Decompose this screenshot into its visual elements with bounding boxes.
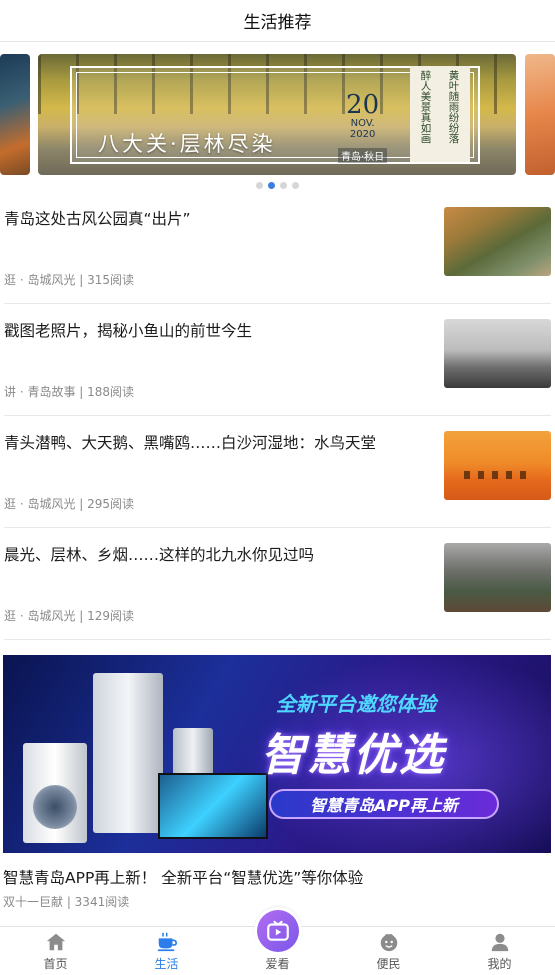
article-title: 青头潜鸭、大天鹅、黑嘴鸥……白沙河湿地：水鸟天堂: [4, 434, 377, 452]
article-thumbnail: [444, 207, 551, 276]
carousel-prev-slide[interactable]: [0, 54, 30, 175]
tab-label: 爱看: [265, 957, 290, 971]
slide-caption: 八大关·层林尽染: [98, 132, 276, 156]
slide-date: 20 NOV. 2020 青岛·秋日: [338, 92, 388, 163]
article-title: 戳图老照片，揭秘小鱼山的前世今生: [4, 322, 253, 340]
carousel-dot[interactable]: [256, 182, 263, 189]
article-thumbnail: [444, 431, 551, 500]
coffee-cup-icon: [157, 932, 177, 952]
article-meta: 逛 · 岛城风光 | 295阅读: [4, 497, 135, 511]
promo-caption[interactable]: 智慧青岛APP再上新！ 全新平台“智慧优选”等你体验: [3, 866, 363, 888]
carousel-slide[interactable]: 八大关·层林尽染 20 NOV. 2020 青岛·秋日 黄叶随雨纷纷落 醉人美景…: [38, 54, 516, 175]
promo-tagline: 全新平台邀您体验: [276, 692, 436, 716]
tab-convenience[interactable]: 便民: [333, 927, 444, 975]
page-title: 生活推荐: [243, 13, 312, 33]
tab-label: 首页: [43, 957, 68, 971]
article-title: 晨光、层林、乡烟……这样的北九水你见过吗: [4, 546, 315, 564]
bottom-tab-bar: 首页 生活 爱看 便民 我的: [0, 907, 555, 975]
carousel-dot[interactable]: [292, 182, 299, 189]
article-meta: 逛 · 岛城风光 | 315阅读: [4, 273, 135, 287]
appliances-illustration: [23, 673, 268, 843]
carousel-indicator: [0, 182, 555, 189]
tab-watch[interactable]: 爱看: [222, 907, 333, 975]
article-title: 青岛这处古风公园真“出片”: [4, 210, 191, 228]
promo-pill: 智慧青岛APP再上新: [269, 789, 499, 819]
slide-poem: 黄叶随雨纷纷落 醉人美景真如画: [410, 66, 470, 162]
tab-label: 我的: [487, 957, 512, 971]
tab-life[interactable]: 生活: [111, 927, 222, 975]
tab-label: 便民: [376, 957, 401, 971]
promo-headline: 智慧优选: [261, 730, 445, 781]
article-list: 青岛这处古风公园真“出片” 逛 · 岛城风光 | 315阅读 戳图老照片，揭秘小…: [0, 192, 555, 640]
user-icon: [491, 933, 508, 952]
banner-carousel[interactable]: 八大关·层林尽染 20 NOV. 2020 青岛·秋日 黄叶随雨纷纷落 醉人美景…: [0, 42, 555, 192]
carousel-dot-active[interactable]: [268, 182, 275, 189]
tab-label: 生活: [154, 957, 179, 971]
promo-banner[interactable]: 全新平台邀您体验 智慧优选 智慧青岛APP再上新: [3, 655, 551, 853]
tab-home[interactable]: 首页: [0, 927, 111, 975]
article-item[interactable]: 戳图老照片，揭秘小鱼山的前世今生 讲 · 青岛故事 | 188阅读: [4, 304, 551, 416]
carousel-dot[interactable]: [280, 182, 287, 189]
carousel-next-slide[interactable]: [525, 54, 555, 175]
article-meta: 逛 · 岛城风光 | 129阅读: [4, 609, 135, 623]
life-recommend-page: 生活推荐 八大关·层林尽染 20 NOV. 2020 青岛·秋日 黄叶随雨纷纷落…: [0, 0, 555, 975]
article-item[interactable]: 青岛这处古风公园真“出片” 逛 · 岛城风光 | 315阅读: [4, 192, 551, 304]
smile-face-icon: [380, 934, 397, 952]
promo-meta: 双十一巨献 | 3341阅读: [3, 895, 130, 909]
home-icon: [46, 933, 65, 951]
tab-mine[interactable]: 我的: [444, 927, 555, 975]
article-thumbnail: [444, 319, 551, 388]
tv-icon: [266, 920, 289, 941]
article-meta: 讲 · 青岛故事 | 188阅读: [4, 385, 135, 399]
top-bar: 生活推荐: [0, 0, 555, 42]
article-item[interactable]: 青头潜鸭、大天鹅、黑嘴鸥……白沙河湿地：水鸟天堂 逛 · 岛城风光 | 295阅…: [4, 416, 551, 528]
article-item[interactable]: 晨光、层林、乡烟……这样的北九水你见过吗 逛 · 岛城风光 | 129阅读: [4, 528, 551, 640]
article-thumbnail: [444, 543, 551, 612]
